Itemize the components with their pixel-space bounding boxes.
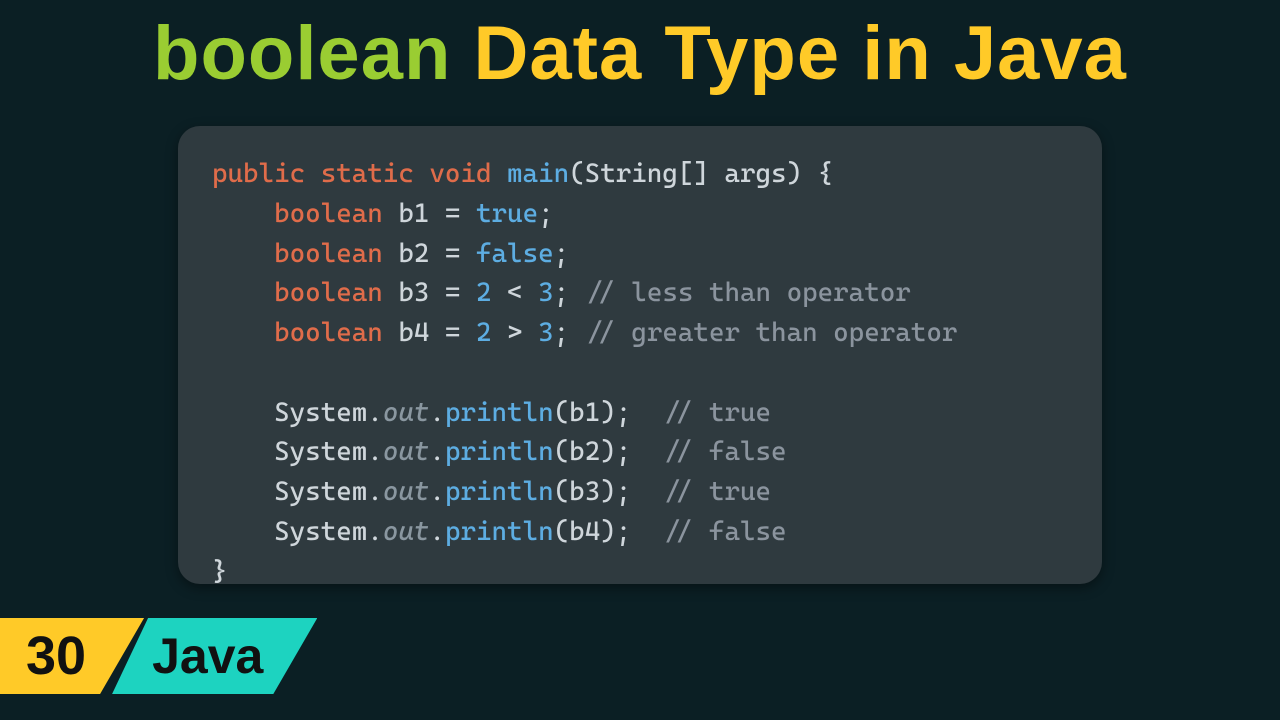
language-badge: Java (112, 618, 317, 694)
code-class: System (274, 436, 367, 467)
code-num: 2 (476, 277, 492, 308)
code-op: = (429, 317, 476, 348)
code-call: (b3); (554, 476, 663, 507)
code-op: = (429, 198, 476, 229)
code-op: = (429, 238, 476, 269)
code-var: b1 (398, 198, 429, 229)
code-keyword: public static void (212, 158, 507, 189)
code-punc: . (429, 516, 445, 547)
code-num: 3 (538, 317, 554, 348)
code-comment: // true (662, 476, 771, 507)
code-field: out (383, 476, 430, 507)
code-block: public static void main(String[] args) {… (212, 154, 1068, 591)
code-class: System (274, 516, 367, 547)
code-punc: . (429, 397, 445, 428)
code-punc: . (429, 476, 445, 507)
code-class: System (274, 476, 367, 507)
code-comment: // false (662, 516, 786, 547)
code-comment: // greater than operator (585, 317, 958, 348)
code-var: b3 (398, 277, 429, 308)
code-comment: // false (662, 436, 786, 467)
code-call: (b1); (554, 397, 663, 428)
code-card: public static void main(String[] args) {… (178, 126, 1102, 584)
code-var: b4 (398, 317, 429, 348)
badge-row: 30 Java (0, 618, 317, 694)
code-bool: false (476, 238, 554, 269)
code-comment: // less than operator (585, 277, 911, 308)
code-type: boolean (274, 317, 383, 348)
code-punc: . (367, 476, 383, 507)
code-num: 3 (538, 277, 554, 308)
code-type: boolean (274, 198, 383, 229)
code-type: boolean (274, 238, 383, 269)
code-field: out (383, 397, 430, 428)
language-label: Java (152, 631, 263, 681)
page-title: boolean Data Type in Java (0, 14, 1280, 94)
title-accent: boolean (153, 11, 451, 96)
code-punc: . (367, 516, 383, 547)
code-op: = (429, 277, 476, 308)
code-op: < (492, 277, 539, 308)
code-type: boolean (274, 277, 383, 308)
code-punc: ; (554, 277, 585, 308)
code-fn: println (445, 476, 554, 507)
code-args: (String[] args) { (569, 158, 833, 189)
code-field: out (383, 436, 430, 467)
code-class: System (274, 397, 367, 428)
code-call: (b4); (554, 516, 663, 547)
title-main: Data Type in Java (451, 11, 1127, 96)
code-fn: println (445, 436, 554, 467)
code-punc: ; (554, 238, 570, 269)
code-call: (b2); (554, 436, 663, 467)
code-var: b2 (398, 238, 429, 269)
code-punc: . (367, 397, 383, 428)
code-punc: ; (538, 198, 554, 229)
code-comment: // true (662, 397, 771, 428)
code-field: out (383, 516, 430, 547)
code-fn: println (445, 516, 554, 547)
code-punc: ; (554, 317, 585, 348)
code-close: } (212, 556, 228, 587)
code-punc: . (367, 436, 383, 467)
code-op: > (492, 317, 539, 348)
code-fn: println (445, 397, 554, 428)
code-punc: . (429, 436, 445, 467)
code-bool: true (476, 198, 538, 229)
code-fn: main (507, 158, 569, 189)
code-num: 2 (476, 317, 492, 348)
episode-number: 30 (26, 629, 86, 683)
